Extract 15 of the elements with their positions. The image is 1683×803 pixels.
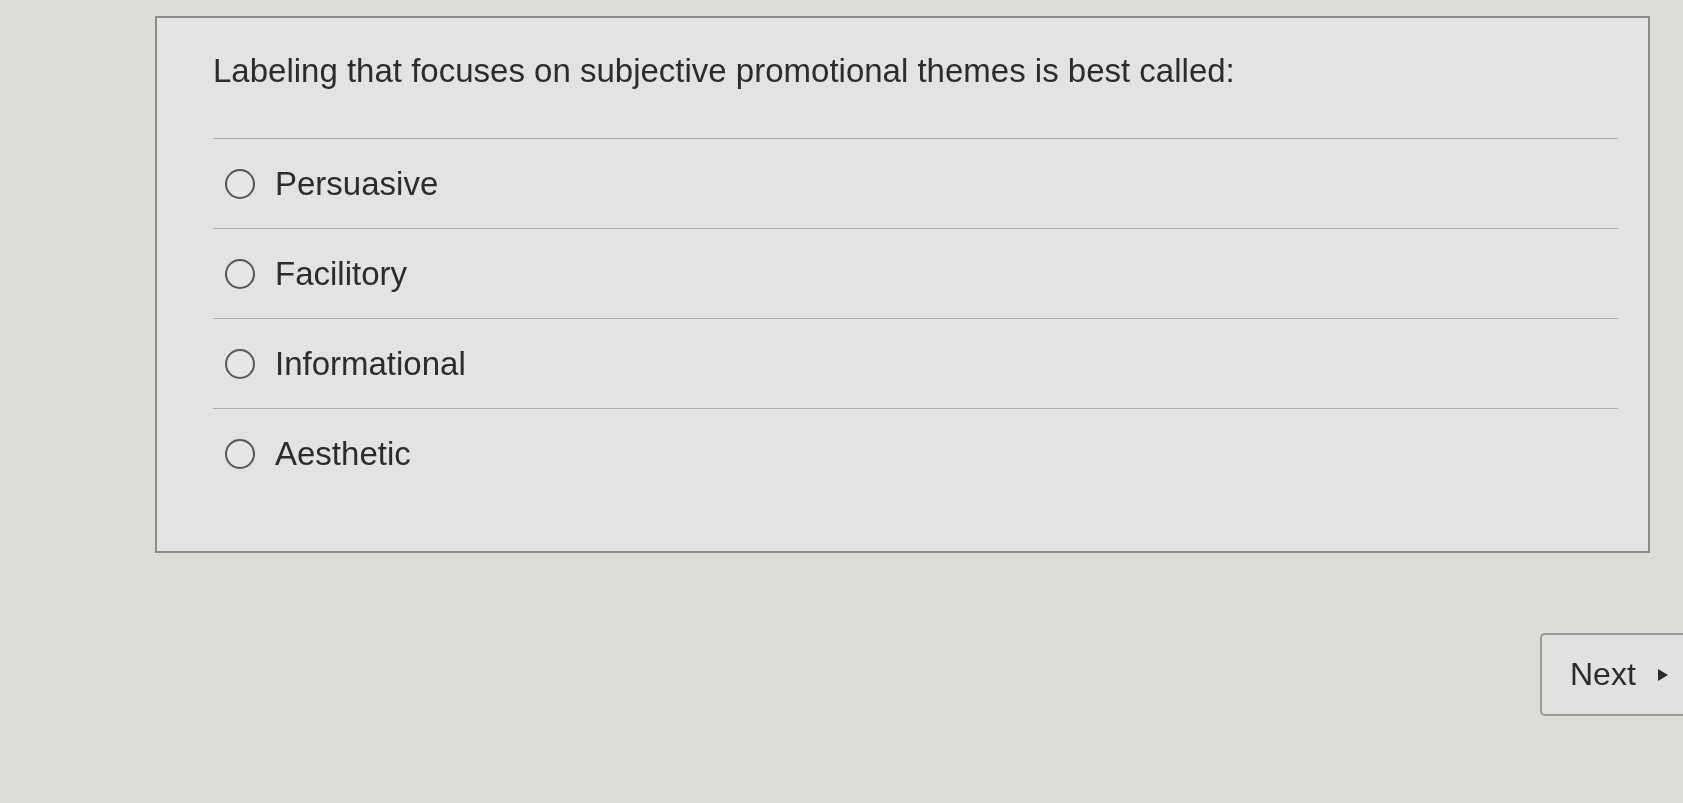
answer-option[interactable]: Aesthetic <box>213 409 1618 499</box>
radio-button[interactable] <box>225 168 255 199</box>
answer-option[interactable]: Facilitory <box>213 229 1618 319</box>
caret-icon <box>1657 668 1668 681</box>
radio-button[interactable] <box>225 439 255 469</box>
option-label: Informational <box>275 343 466 384</box>
option-label: Facilitory <box>275 253 408 294</box>
radio-button[interactable] <box>225 258 255 289</box>
radio-button[interactable] <box>225 348 255 379</box>
option-label: Persuasive <box>275 163 439 204</box>
next-button[interactable]: Next <box>1540 633 1683 716</box>
option-label: Aesthetic <box>275 434 411 474</box>
answer-option[interactable]: Informational <box>213 319 1618 409</box>
answer-option[interactable]: Persuasive <box>213 139 1618 229</box>
question-text: Labeling that focuses on subjective promotional themes is best called: <box>213 48 1618 139</box>
